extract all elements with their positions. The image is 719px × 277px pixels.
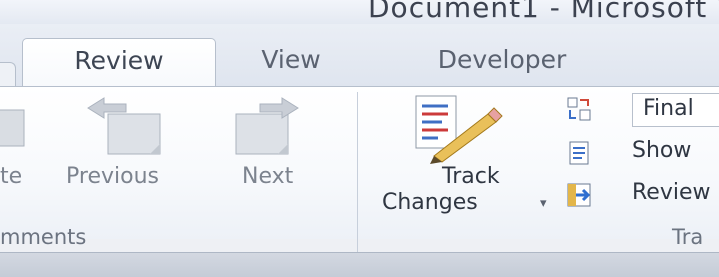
reviewing-pane-icon	[567, 183, 591, 207]
reviewing-pane-label: Review	[632, 180, 711, 205]
display-for-review-value: Final	[643, 96, 694, 121]
delete-comment-label: te	[0, 164, 23, 189]
tab-developer[interactable]: Developer	[402, 38, 602, 86]
display-for-review-icon	[567, 97, 591, 121]
group-separator	[357, 92, 358, 252]
previous-comment-icon	[87, 97, 161, 155]
tab-view-label: View	[261, 45, 321, 74]
display-for-review-value-box[interactable]: Final	[632, 93, 719, 127]
track-changes-label-line1: Track	[442, 164, 500, 189]
tracking-group-label: Tra	[672, 225, 704, 249]
delete-comment-button[interactable]	[0, 96, 30, 152]
delete-comment-icon	[0, 109, 25, 147]
show-markup-label: Show	[632, 138, 692, 163]
ribbon-tab-row: Review View Developer	[0, 24, 719, 111]
next-comment-label: Next	[242, 164, 294, 189]
track-changes-button[interactable]: Track Changes ▾	[382, 90, 550, 220]
track-changes-icon	[415, 95, 503, 164]
next-comment-icon	[235, 97, 299, 155]
previous-comment-button[interactable]	[80, 96, 180, 158]
comments-group-label: mments	[0, 225, 87, 249]
tab-developer-label: Developer	[437, 45, 567, 74]
show-markup-icon	[569, 141, 589, 165]
show-markup-button[interactable]: Show	[566, 136, 719, 170]
tab-view[interactable]: View	[236, 38, 346, 86]
previous-comment-label: Previous	[66, 164, 159, 189]
track-changes-label-line2: Changes	[382, 190, 478, 215]
tab-review-label: Review	[74, 46, 164, 75]
reviewing-pane-button[interactable]: Review	[566, 178, 719, 212]
tab-review[interactable]: Review	[22, 38, 216, 88]
ribbon-bottom-edge	[0, 252, 719, 277]
next-comment-button[interactable]	[226, 96, 316, 158]
window-title: Document1 - Microsoft Word	[368, 0, 719, 24]
title-bar: Document1 - Microsoft Word	[0, 0, 719, 24]
chevron-down-icon: ▾	[540, 196, 547, 211]
